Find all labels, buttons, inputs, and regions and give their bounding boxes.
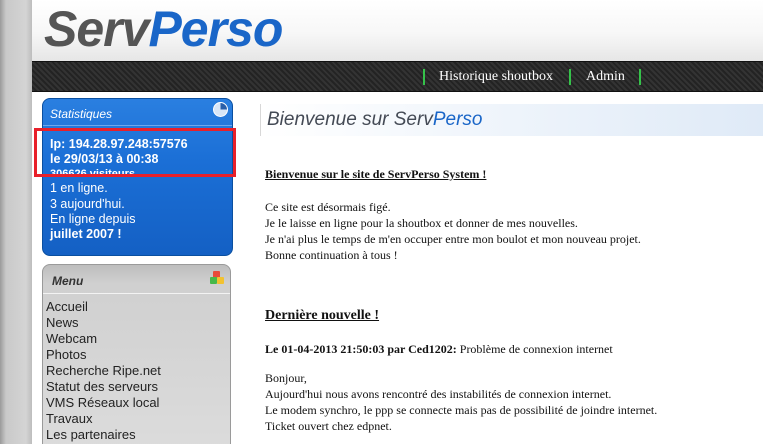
menu-title: Menu	[52, 274, 84, 288]
cubes-icon	[210, 271, 224, 285]
stats-box: Statistiques Ip: 194.28.97.248:57576 le …	[42, 98, 233, 256]
stats-title: Statistiques	[50, 107, 113, 121]
nav-separator	[423, 69, 425, 85]
stats-online: 1 en ligne.	[50, 181, 108, 195]
stats-today: 3 aujourd'hui.	[50, 197, 125, 211]
red-highlight-box	[34, 128, 236, 177]
menu-divider	[43, 293, 230, 294]
logo-perso: Perso	[148, 1, 283, 57]
title-part2: Perso	[432, 109, 483, 130]
title-part1: Bienvenue sur Serv	[267, 109, 433, 130]
menu-item-photos[interactable]: Photos	[46, 347, 86, 363]
news-subject: Problème de connexion internet	[459, 342, 613, 356]
cube-yellow	[217, 277, 224, 284]
news-meta: Le 01-04-2013 21:50:03 par Ced1202:	[265, 342, 457, 356]
paragraph-line: Je n'ai plus le temps de m'en occuper en…	[265, 232, 641, 246]
nav-separator	[569, 69, 571, 85]
stats-since: En ligne depuis	[50, 212, 136, 226]
stats-divider	[43, 125, 232, 126]
nav-separator	[639, 69, 641, 85]
menu-item-partenaires[interactable]: Les partenaires	[46, 427, 136, 443]
cube-green	[210, 277, 217, 284]
paragraph-line: Ce site est désormais figé.	[265, 200, 391, 214]
left-border-strip	[0, 0, 32, 444]
news-body-line: Ticket ouvert chez edpnet.	[265, 419, 392, 433]
content-header: Bienvenue sur ServPerso	[260, 104, 763, 136]
welcome-heading: Bienvenue sur le site de ServPerso Syste…	[265, 167, 487, 181]
menu-item-recherche-ripe[interactable]: Recherche Ripe.net	[46, 363, 161, 379]
page-title: Bienvenue sur ServPerso	[267, 109, 482, 131]
paragraph-line: Je le laisse en ligne pour la shoutbox e…	[265, 216, 578, 230]
logo-serv: Serv	[44, 1, 149, 57]
paragraph-line: Bonne continuation à tous !	[265, 248, 398, 262]
top-navbar: Historique shoutbox Admin	[32, 61, 763, 92]
news-body-line: Le modem synchro, le ppp se connecte mai…	[265, 403, 658, 417]
news-body-line: Aujourd'hui nous avons rencontré des ins…	[265, 387, 612, 401]
menu-item-webcam[interactable]: Webcam	[46, 331, 97, 347]
menu-item-travaux[interactable]: Travaux	[46, 411, 92, 427]
menu-item-news[interactable]: News	[46, 315, 79, 331]
menu-item-accueil[interactable]: Accueil	[46, 299, 88, 315]
menu-box: Menu Accueil News Webcam Photos Recherch…	[42, 264, 231, 444]
site-logo[interactable]: ServPerso	[44, 1, 283, 57]
menu-item-statut-serveurs[interactable]: Statut des serveurs	[46, 379, 158, 395]
site-header: ServPerso	[32, 0, 763, 61]
news-body-line: Bonjour,	[265, 371, 307, 385]
menu-item-vms-reseaux[interactable]: VMS Réseaux local	[46, 395, 159, 411]
stats-since-date: juillet 2007 !	[50, 227, 122, 241]
nav-admin[interactable]: Admin	[586, 68, 625, 86]
pie-chart-icon	[213, 102, 228, 117]
nav-historique-shoutbox[interactable]: Historique shoutbox	[439, 68, 553, 86]
news-heading: Dernière nouvelle !	[265, 308, 380, 323]
main-content: Bienvenue sur ServPerso Bienvenue sur le…	[256, 100, 763, 444]
news-meta-line: Le 01-04-2013 21:50:03 par Ced1202: Prob…	[265, 341, 613, 357]
